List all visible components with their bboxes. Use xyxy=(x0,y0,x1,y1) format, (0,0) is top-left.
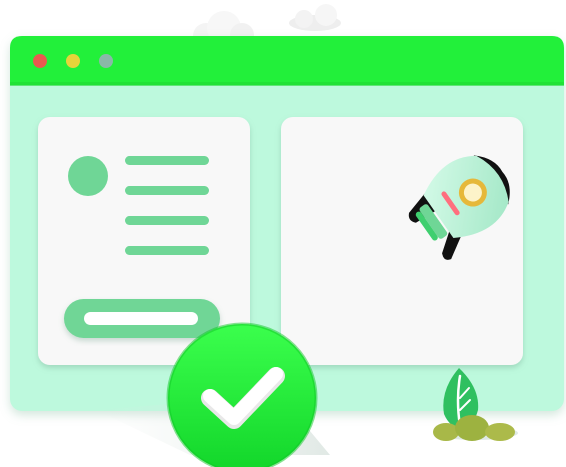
title-bar xyxy=(10,36,564,86)
checkmark-icon xyxy=(166,322,318,467)
text-line xyxy=(125,216,209,225)
avatar-icon xyxy=(68,156,108,196)
action-button[interactable] xyxy=(64,299,220,338)
close-dot[interactable] xyxy=(33,54,47,68)
text-line xyxy=(125,246,209,255)
illustration xyxy=(10,4,564,467)
text-line xyxy=(125,156,209,165)
rocket-card xyxy=(281,117,523,365)
text-line xyxy=(125,186,209,195)
cloud-icon xyxy=(289,4,341,31)
maximize-dot[interactable] xyxy=(99,54,113,68)
minimize-dot[interactable] xyxy=(66,54,80,68)
